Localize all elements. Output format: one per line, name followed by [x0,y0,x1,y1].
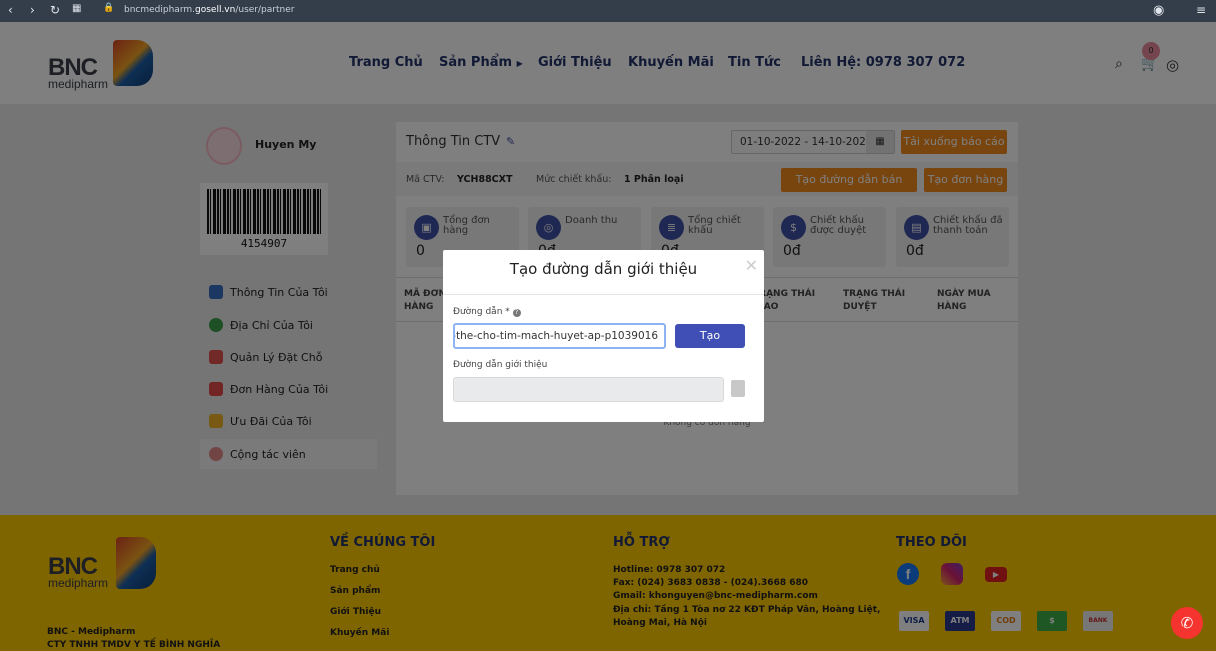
address-bar[interactable]: bncmedipharm.gosell.vn/user/partner [124,5,294,15]
profile-icon[interactable]: ◉ [1153,3,1164,18]
url-prefix: bncmedipharm. [124,5,195,15]
modal-title: Tạo đường dẫn giới thiệu [509,260,698,278]
lock-icon: 🔒 [103,3,115,13]
copy-icon[interactable] [731,380,745,397]
back-icon[interactable]: ‹ [8,3,13,17]
apps-icon[interactable]: ▦ [72,3,81,14]
path-label: Đường dẫn * ? [453,307,521,317]
help-icon[interactable]: ? [512,309,521,317]
menu-icon[interactable]: ≡ [1196,3,1206,17]
phone-call-icon[interactable]: ✆ [1171,607,1203,639]
url-path: /user/partner [235,5,295,15]
create-button[interactable]: Tạo [675,324,745,348]
path-label-text: Đường dẫn * [453,307,510,317]
path-input-value: thuc-pham-bao-ve-suc-khoe-tang-cuong-the… [453,330,658,342]
forward-icon[interactable]: › [30,3,35,17]
referral-link-label: Đường dẫn giới thiệu [453,360,548,370]
browser-toolbar: ‹ › ↻ ▦ 🔒 bncmedipharm.gosell.vn/user/pa… [0,0,1216,22]
close-icon[interactable]: ✕ [745,256,758,275]
url-domain: gosell.vn [195,5,236,15]
create-referral-link-modal: Tạo đường dẫn giới thiệu ✕ Đường dẫn * ?… [443,250,764,422]
referral-link-input[interactable] [453,377,724,402]
reload-icon[interactable]: ↻ [50,3,60,17]
path-input[interactable]: thuc-pham-bao-ve-suc-khoe-tang-cuong-the… [453,323,666,349]
modal-divider [443,294,764,295]
